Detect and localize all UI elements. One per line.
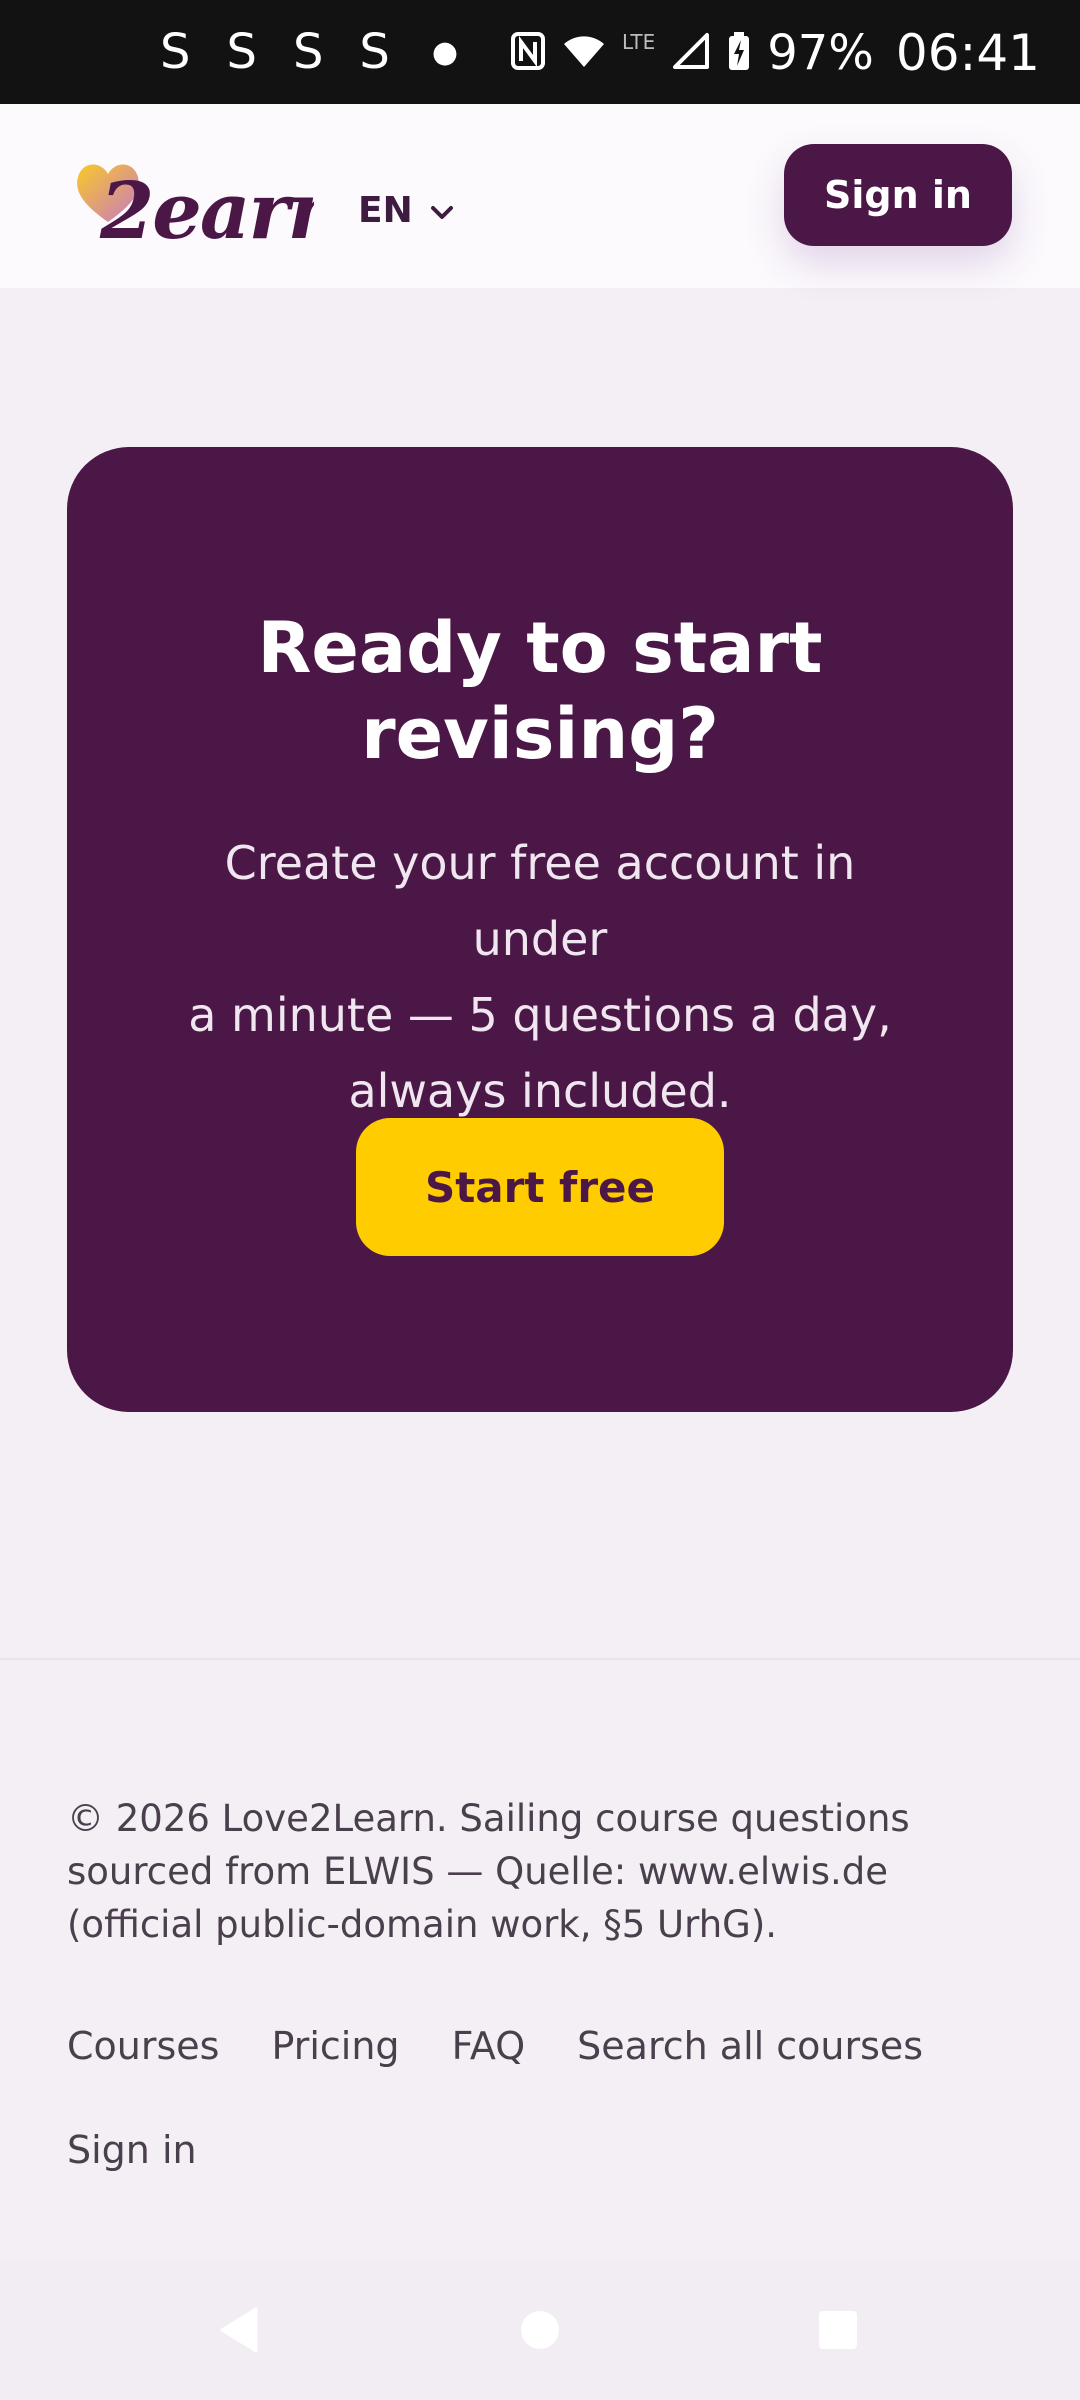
notification-icon: S: [226, 24, 259, 80]
copyright-line: © 2026 Love2Learn. Sailing course questi…: [67, 1797, 910, 1840]
cta-subtitle-line: Create your free account in under: [224, 836, 856, 966]
cta-title-line: revising?: [361, 693, 719, 775]
cta-subtitle: Create your free account in under a minu…: [157, 825, 923, 1129]
battery-percent: 97%: [767, 25, 874, 81]
footer-link-faq[interactable]: FAQ: [452, 2018, 526, 2074]
system-navigation-bar: [0, 2260, 1080, 2400]
footer-link-courses[interactable]: Courses: [67, 2018, 219, 2074]
network-type-label: LTE: [621, 30, 656, 54]
notification-icons: S S S S ●: [160, 22, 460, 82]
battery-charging-icon: [727, 31, 751, 75]
footer-link-pricing[interactable]: Pricing: [271, 2018, 399, 2074]
language-selector[interactable]: EN: [358, 190, 455, 231]
chevron-down-icon: [429, 190, 455, 231]
footer-copyright: © 2026 Love2Learn. Sailing course questi…: [67, 1792, 967, 1951]
back-icon[interactable]: [208, 2300, 268, 2360]
start-free-button[interactable]: Start free: [356, 1118, 724, 1256]
footer-divider: [0, 1658, 1080, 1660]
status-icons: LTE 97% 06:41: [510, 18, 1040, 88]
cell-signal-icon: [671, 31, 711, 75]
sign-in-button[interactable]: Sign in: [784, 144, 1012, 246]
nfc-icon: [510, 31, 546, 75]
cta-subtitle-line: a minute — 5 questions a day,: [188, 988, 892, 1042]
notification-icon: S: [292, 24, 326, 80]
footer-nav: Courses Pricing FAQ Search all courses S…: [67, 2018, 1017, 2178]
notification-icon: S: [359, 24, 392, 80]
cta-card: Ready to start revising? Create your fre…: [67, 447, 1013, 1412]
cta-title-line: Ready to start: [257, 607, 823, 689]
site-header: 2earn EN Sign in: [0, 104, 1080, 288]
copyright-line: sourced from ELWIS — Quelle: www.elwis.d…: [67, 1850, 888, 1893]
more-notifications-dot-icon: ●: [431, 34, 461, 70]
footer-link-search-all-courses[interactable]: Search all courses: [577, 2018, 923, 2074]
cta-subtitle-line: always included.: [348, 1064, 732, 1118]
home-icon[interactable]: [510, 2300, 570, 2360]
copyright-line: (official public-domain work, §5 UrhG).: [67, 1903, 778, 1946]
status-bar: S S S S ● LTE 97% 06:41: [0, 0, 1080, 104]
cta-title: Ready to start revising?: [127, 605, 953, 777]
recent-apps-icon[interactable]: [808, 2300, 868, 2360]
logo-wordmark: 2earn: [99, 166, 314, 250]
wifi-icon: [562, 33, 606, 73]
notification-icon: S: [160, 24, 193, 80]
clock: 06:41: [895, 24, 1040, 82]
language-label: EN: [358, 190, 413, 231]
love2learn-logo[interactable]: 2earn: [74, 150, 344, 257]
footer-link-sign-in[interactable]: Sign in: [67, 2122, 197, 2178]
